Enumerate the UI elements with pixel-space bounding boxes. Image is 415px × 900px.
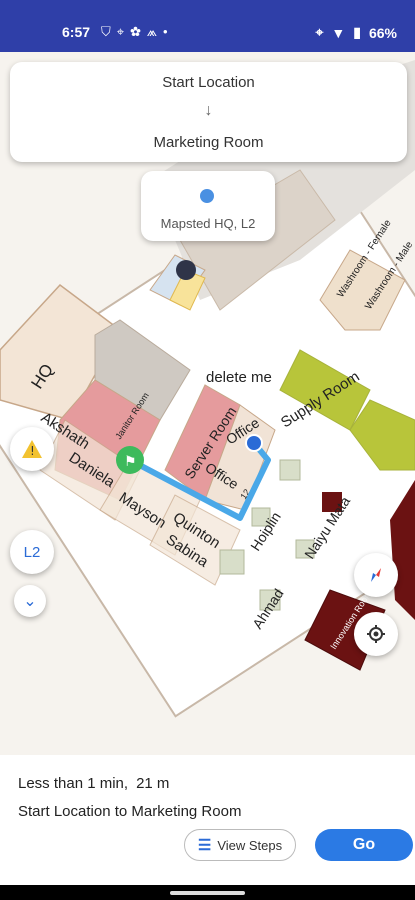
crosshair-icon <box>367 625 385 643</box>
arrow-down-icon: ↓ <box>204 102 213 119</box>
status-time: 6:57 <box>62 24 91 40</box>
svg-text:!: ! <box>30 444 35 458</box>
notification-icons: ⛉⌖✿⩕• <box>101 24 174 39</box>
current-location-dot <box>245 434 263 452</box>
route-to[interactable]: Marketing Room <box>10 134 407 151</box>
home-indicator[interactable] <box>170 891 245 895</box>
route-summary-panel: Less than 1 min, 21 m Start Location to M… <box>0 755 415 885</box>
label-delete: delete me <box>206 369 272 386</box>
route-card[interactable]: Start Location ↓ Marketing Room <box>10 62 407 162</box>
go-button[interactable]: Go <box>315 829 413 861</box>
eta-time: Less than 1 min, <box>18 775 129 792</box>
warning-icon: ! <box>22 440 42 458</box>
compass-icon <box>371 568 381 582</box>
alert-button[interactable]: ! <box>10 427 54 471</box>
system-nav-bar <box>0 885 415 900</box>
status-right: ⌖ ▼ ▮ 66% <box>316 24 398 41</box>
location-icon: ⌖ <box>315 24 324 40</box>
battery-icon: ▮ <box>353 24 361 40</box>
compass-button[interactable] <box>354 553 398 597</box>
view-steps-button[interactable]: ☰ View Steps <box>184 829 296 861</box>
view-steps-label: View Steps <box>217 837 283 853</box>
eta-line: Less than 1 min, 21 m <box>18 775 169 792</box>
route-description: Start Location to Marketing Room <box>18 803 242 820</box>
eta-distance: 21 m <box>136 775 170 792</box>
wifi-icon: ▼ <box>331 24 346 41</box>
chevron-down-icon[interactable]: ⌄ <box>14 585 46 617</box>
my-location-button[interactable] <box>354 612 398 656</box>
floor-selector-button[interactable]: L2 <box>10 530 54 574</box>
battery-percent: 66% <box>368 24 397 41</box>
location-card[interactable]: Mapsted HQ, L2 <box>141 171 275 241</box>
svg-text:⚑: ⚑ <box>124 454 137 470</box>
route-from[interactable]: Start Location <box>10 74 407 91</box>
status-bar: 6:57 ⛉⌖✿⩕• ⌖ ▼ ▮ 66% <box>0 0 415 52</box>
location-dot-icon <box>200 189 214 203</box>
location-label: Mapsted HQ, L2 <box>160 216 256 231</box>
list-icon: ☰ <box>197 837 212 854</box>
